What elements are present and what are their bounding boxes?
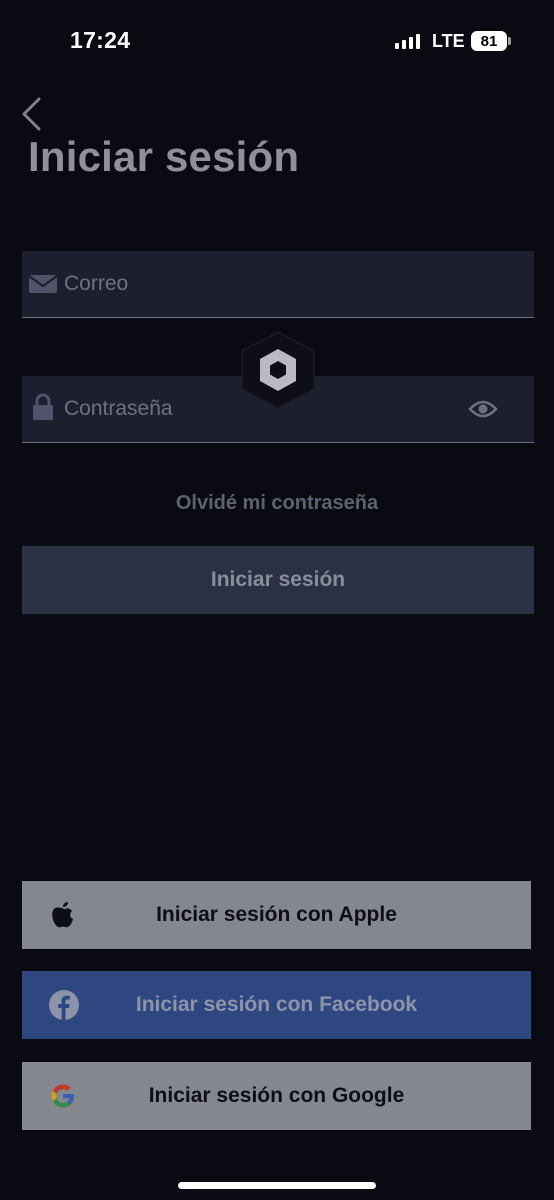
mail-icon bbox=[28, 272, 58, 296]
email-field[interactable] bbox=[22, 251, 534, 318]
chevron-left-icon[interactable] bbox=[18, 96, 48, 132]
eye-icon[interactable] bbox=[468, 398, 498, 420]
facebook-icon bbox=[48, 989, 79, 1021]
google-icon bbox=[48, 1080, 78, 1112]
forgot-password-link[interactable]: Olvidé mi contraseña bbox=[0, 492, 554, 515]
home-indicator[interactable] bbox=[178, 1182, 376, 1189]
network-type: LTE bbox=[432, 31, 465, 51]
battery-icon: 81 bbox=[471, 31, 507, 51]
apple-icon bbox=[48, 899, 78, 931]
login-button[interactable]: Iniciar sesión bbox=[22, 546, 534, 614]
lock-icon bbox=[28, 393, 58, 421]
battery-level: 81 bbox=[480, 32, 498, 50]
status-time: 17:24 bbox=[70, 27, 131, 53]
google-login-button[interactable]: Iniciar sesión con Google bbox=[22, 1062, 531, 1130]
loading-hexagon-icon bbox=[240, 330, 316, 410]
email-input[interactable] bbox=[64, 251, 464, 317]
signal-icon bbox=[395, 33, 420, 49]
battery-tip bbox=[508, 37, 511, 45]
page-title: Iniciar sesión bbox=[28, 133, 300, 180]
facebook-login-label: Iniciar sesión con Facebook bbox=[135, 993, 418, 1016]
apple-login-label: Iniciar sesión con Apple bbox=[156, 903, 397, 926]
facebook-login-button[interactable]: Iniciar sesión con Facebook bbox=[22, 971, 531, 1039]
google-login-label: Iniciar sesión con Google bbox=[148, 1084, 405, 1107]
apple-login-button[interactable]: Iniciar sesión con Apple bbox=[22, 881, 531, 949]
login-screen: 17:24 LTE 81 Iniciar sesión Correo Olvid… bbox=[0, 0, 554, 1200]
